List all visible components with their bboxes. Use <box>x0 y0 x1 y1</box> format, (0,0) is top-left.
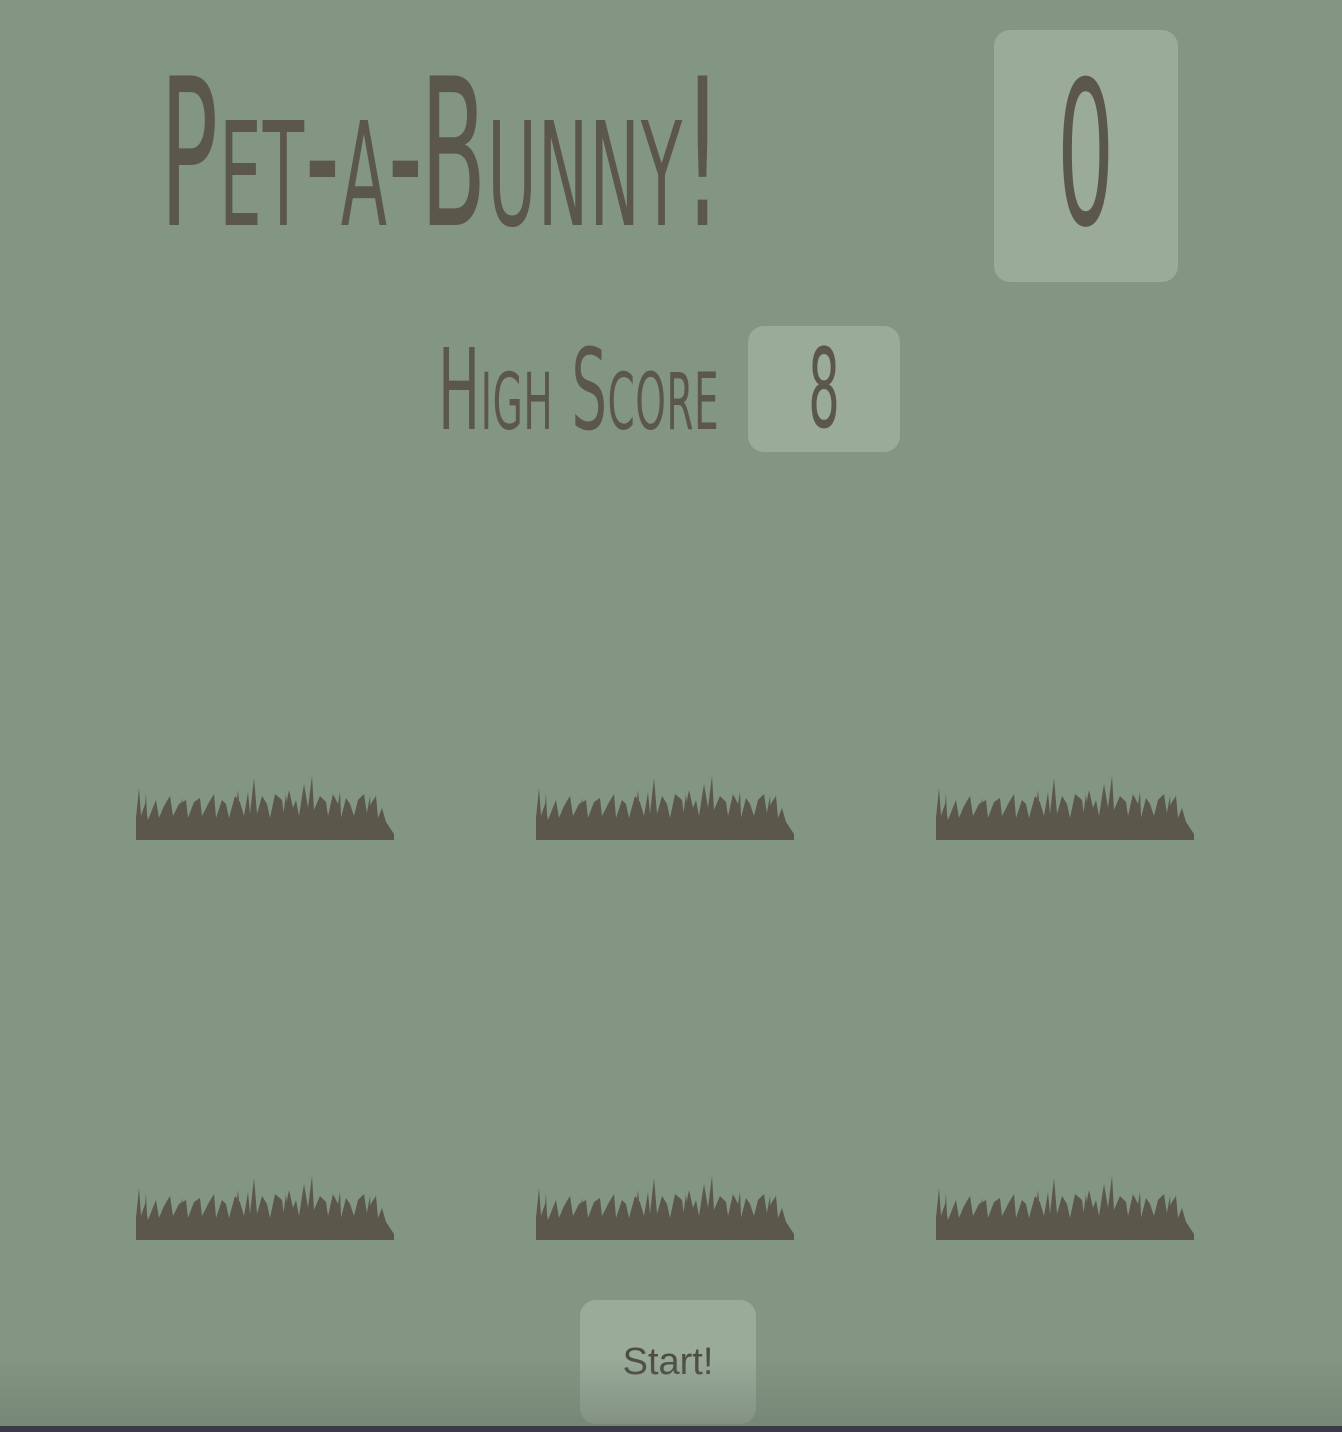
high-score-label-text: High Score <box>438 326 720 456</box>
game-title: Pet-a-Bunny! <box>160 36 960 274</box>
bunny-hole-6[interactable] <box>936 1174 1194 1240</box>
bunny-hole-3[interactable] <box>936 774 1194 840</box>
grass-icon <box>536 1176 794 1240</box>
high-score-label: High Score <box>438 326 738 456</box>
start-button[interactable]: Start! <box>580 1300 756 1424</box>
score-value: 0 <box>1057 39 1115 272</box>
grass-icon <box>136 1176 394 1240</box>
bunny-hole-1[interactable] <box>136 774 394 840</box>
high-score-value: 8 <box>808 325 840 453</box>
grass-icon <box>936 1176 1194 1240</box>
bunny-hole-2[interactable] <box>536 774 794 840</box>
grass-icon <box>536 776 794 840</box>
score-display: 0 <box>994 30 1178 282</box>
bunny-hole-4[interactable] <box>136 1174 394 1240</box>
grass-icon <box>136 776 394 840</box>
bunny-hole-5[interactable] <box>536 1174 794 1240</box>
high-score-display: 8 <box>748 326 900 452</box>
game-title-text: Pet-a-Bunny! <box>160 36 723 274</box>
bottom-bar <box>0 1426 1342 1432</box>
grass-icon <box>936 776 1194 840</box>
